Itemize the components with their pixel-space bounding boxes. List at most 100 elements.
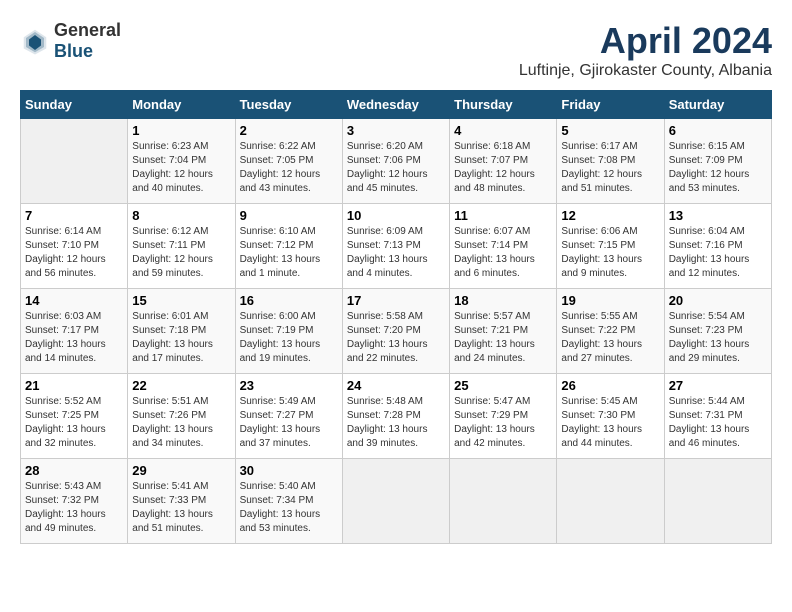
day-info: Sunrise: 5:43 AM Sunset: 7:32 PM Dayligh… [25, 480, 123, 536]
calendar-cell: 12 Sunrise: 6:06 AM Sunset: 7:15 PM Dayli… [557, 204, 664, 289]
calendar-cell: 24 Sunrise: 5:48 AM Sunset: 7:28 PM Dayli… [342, 374, 449, 459]
day-info: Sunrise: 5:55 AM Sunset: 7:22 PM Dayligh… [561, 310, 659, 366]
month-title: April 2024 [519, 20, 772, 62]
calendar-week-row: 1Sunrise: 6:23 AM Sunset: 7:04 PM Daylig… [21, 119, 772, 204]
day-number: 14 [25, 293, 123, 308]
calendar-cell: 14 Sunrise: 6:03 AM Sunset: 7:17 PM Dayli… [21, 289, 128, 374]
day-number: 22 [132, 378, 230, 393]
calendar-cell: 13 Sunrise: 6:04 AM Sunset: 7:16 PM Dayli… [664, 204, 771, 289]
day-number: 9 [240, 208, 338, 223]
day-info: Sunrise: 5:58 AM Sunset: 7:20 PM Dayligh… [347, 310, 445, 366]
day-number: 10 [347, 208, 445, 223]
calendar-header-monday: Monday [128, 91, 235, 119]
logo-text: General Blue [54, 20, 121, 62]
calendar-cell: 23Sunrise: 5:49 AM Sunset: 7:27 PM Dayli… [235, 374, 342, 459]
calendar-week-row: 28 Sunrise: 5:43 AM Sunset: 7:32 PM Dayli… [21, 459, 772, 544]
day-number: 2 [240, 123, 338, 138]
day-info: Sunrise: 5:48 AM Sunset: 7:28 PM Dayligh… [347, 395, 445, 451]
day-number: 6 [669, 123, 767, 138]
day-number: 3 [347, 123, 445, 138]
day-info: Sunrise: 5:44 AM Sunset: 7:31 PM Dayligh… [669, 395, 767, 451]
logo-blue: Blue [54, 41, 93, 61]
logo-general: General [54, 20, 121, 40]
day-info: Sunrise: 6:01 AM Sunset: 7:18 PM Dayligh… [132, 310, 230, 366]
day-info: Sunrise: 5:54 AM Sunset: 7:23 PM Dayligh… [669, 310, 767, 366]
day-number: 28 [25, 463, 123, 478]
day-number: 5 [561, 123, 659, 138]
day-number: 24 [347, 378, 445, 393]
day-number: 29 [132, 463, 230, 478]
calendar-cell: 5 Sunrise: 6:17 AM Sunset: 7:08 PM Daylig… [557, 119, 664, 204]
calendar-cell: 30 Sunrise: 5:40 AM Sunset: 7:34 PM Dayli… [235, 459, 342, 544]
logo: General Blue [20, 20, 121, 62]
calendar-cell: 15 Sunrise: 6:01 AM Sunset: 7:18 PM Dayli… [128, 289, 235, 374]
day-number: 27 [669, 378, 767, 393]
day-info: Sunrise: 6:04 AM Sunset: 7:16 PM Dayligh… [669, 225, 767, 281]
day-number: 8 [132, 208, 230, 223]
day-info: Sunrise: 6:23 AM Sunset: 7:04 PM Dayligh… [132, 140, 230, 196]
calendar-cell: 8 Sunrise: 6:12 AM Sunset: 7:11 PM Daylig… [128, 204, 235, 289]
day-number: 18 [454, 293, 552, 308]
day-number: 11 [454, 208, 552, 223]
day-info: Sunrise: 6:15 AM Sunset: 7:09 PM Dayligh… [669, 140, 767, 196]
day-number: 16 [240, 293, 338, 308]
day-number: 12 [561, 208, 659, 223]
calendar-cell: 18 Sunrise: 5:57 AM Sunset: 7:21 PM Dayli… [450, 289, 557, 374]
location-title: Luftinje, Gjirokaster County, Albania [519, 62, 772, 80]
day-info: Sunrise: 5:40 AM Sunset: 7:34 PM Dayligh… [240, 480, 338, 536]
calendar-header-thursday: Thursday [450, 91, 557, 119]
day-info: Sunrise: 5:57 AM Sunset: 7:21 PM Dayligh… [454, 310, 552, 366]
calendar-cell: 29Sunrise: 5:41 AM Sunset: 7:33 PM Dayli… [128, 459, 235, 544]
day-number: 4 [454, 123, 552, 138]
calendar-header-friday: Friday [557, 91, 664, 119]
day-number: 23 [240, 378, 338, 393]
day-number: 7 [25, 208, 123, 223]
title-block: April 2024 Luftinje, Gjirokaster County,… [519, 20, 772, 80]
calendar-week-row: 14 Sunrise: 6:03 AM Sunset: 7:17 PM Dayli… [21, 289, 772, 374]
day-info: Sunrise: 6:00 AM Sunset: 7:19 PM Dayligh… [240, 310, 338, 366]
day-info: Sunrise: 5:52 AM Sunset: 7:25 PM Dayligh… [25, 395, 123, 451]
calendar-cell: 7 Sunrise: 6:14 AM Sunset: 7:10 PM Daylig… [21, 204, 128, 289]
calendar-header-saturday: Saturday [664, 91, 771, 119]
day-info: Sunrise: 6:10 AM Sunset: 7:12 PM Dayligh… [240, 225, 338, 281]
calendar-cell [21, 119, 128, 204]
day-info: Sunrise: 6:06 AM Sunset: 7:15 PM Dayligh… [561, 225, 659, 281]
day-number: 15 [132, 293, 230, 308]
day-info: Sunrise: 6:20 AM Sunset: 7:06 PM Dayligh… [347, 140, 445, 196]
day-number: 25 [454, 378, 552, 393]
calendar-week-row: 21Sunrise: 5:52 AM Sunset: 7:25 PM Dayli… [21, 374, 772, 459]
calendar-table: SundayMondayTuesdayWednesdayThursdayFrid… [20, 90, 772, 544]
calendar-cell: 20Sunrise: 5:54 AM Sunset: 7:23 PM Dayli… [664, 289, 771, 374]
calendar-cell: 17 Sunrise: 5:58 AM Sunset: 7:20 PM Dayli… [342, 289, 449, 374]
calendar-header-row: SundayMondayTuesdayWednesdayThursdayFrid… [21, 91, 772, 119]
day-info: Sunrise: 6:17 AM Sunset: 7:08 PM Dayligh… [561, 140, 659, 196]
calendar-cell: 26Sunrise: 5:45 AM Sunset: 7:30 PM Dayli… [557, 374, 664, 459]
calendar-cell: 22 Sunrise: 5:51 AM Sunset: 7:26 PM Dayli… [128, 374, 235, 459]
calendar-cell: 19Sunrise: 5:55 AM Sunset: 7:22 PM Dayli… [557, 289, 664, 374]
calendar-cell: 6 Sunrise: 6:15 AM Sunset: 7:09 PM Daylig… [664, 119, 771, 204]
day-number: 13 [669, 208, 767, 223]
page-header: General Blue April 2024 Luftinje, Gjirok… [20, 20, 772, 80]
day-info: Sunrise: 6:14 AM Sunset: 7:10 PM Dayligh… [25, 225, 123, 281]
calendar-header-sunday: Sunday [21, 91, 128, 119]
day-number: 30 [240, 463, 338, 478]
calendar-cell: 28 Sunrise: 5:43 AM Sunset: 7:32 PM Dayli… [21, 459, 128, 544]
calendar-cell: 16 Sunrise: 6:00 AM Sunset: 7:19 PM Dayli… [235, 289, 342, 374]
calendar-cell: 25Sunrise: 5:47 AM Sunset: 7:29 PM Dayli… [450, 374, 557, 459]
day-info: Sunrise: 5:51 AM Sunset: 7:26 PM Dayligh… [132, 395, 230, 451]
day-info: Sunrise: 6:03 AM Sunset: 7:17 PM Dayligh… [25, 310, 123, 366]
day-info: Sunrise: 6:07 AM Sunset: 7:14 PM Dayligh… [454, 225, 552, 281]
day-info: Sunrise: 6:12 AM Sunset: 7:11 PM Dayligh… [132, 225, 230, 281]
calendar-cell: 4 Sunrise: 6:18 AM Sunset: 7:07 PM Daylig… [450, 119, 557, 204]
calendar-cell: 3 Sunrise: 6:20 AM Sunset: 7:06 PM Daylig… [342, 119, 449, 204]
day-number: 17 [347, 293, 445, 308]
calendar-cell [342, 459, 449, 544]
calendar-cell: 10Sunrise: 6:09 AM Sunset: 7:13 PM Dayli… [342, 204, 449, 289]
day-info: Sunrise: 6:18 AM Sunset: 7:07 PM Dayligh… [454, 140, 552, 196]
calendar-cell [557, 459, 664, 544]
calendar-cell [664, 459, 771, 544]
calendar-header-wednesday: Wednesday [342, 91, 449, 119]
calendar-cell: 11 Sunrise: 6:07 AM Sunset: 7:14 PM Dayli… [450, 204, 557, 289]
day-info: Sunrise: 6:22 AM Sunset: 7:05 PM Dayligh… [240, 140, 338, 196]
calendar-cell: 27 Sunrise: 5:44 AM Sunset: 7:31 PM Dayli… [664, 374, 771, 459]
